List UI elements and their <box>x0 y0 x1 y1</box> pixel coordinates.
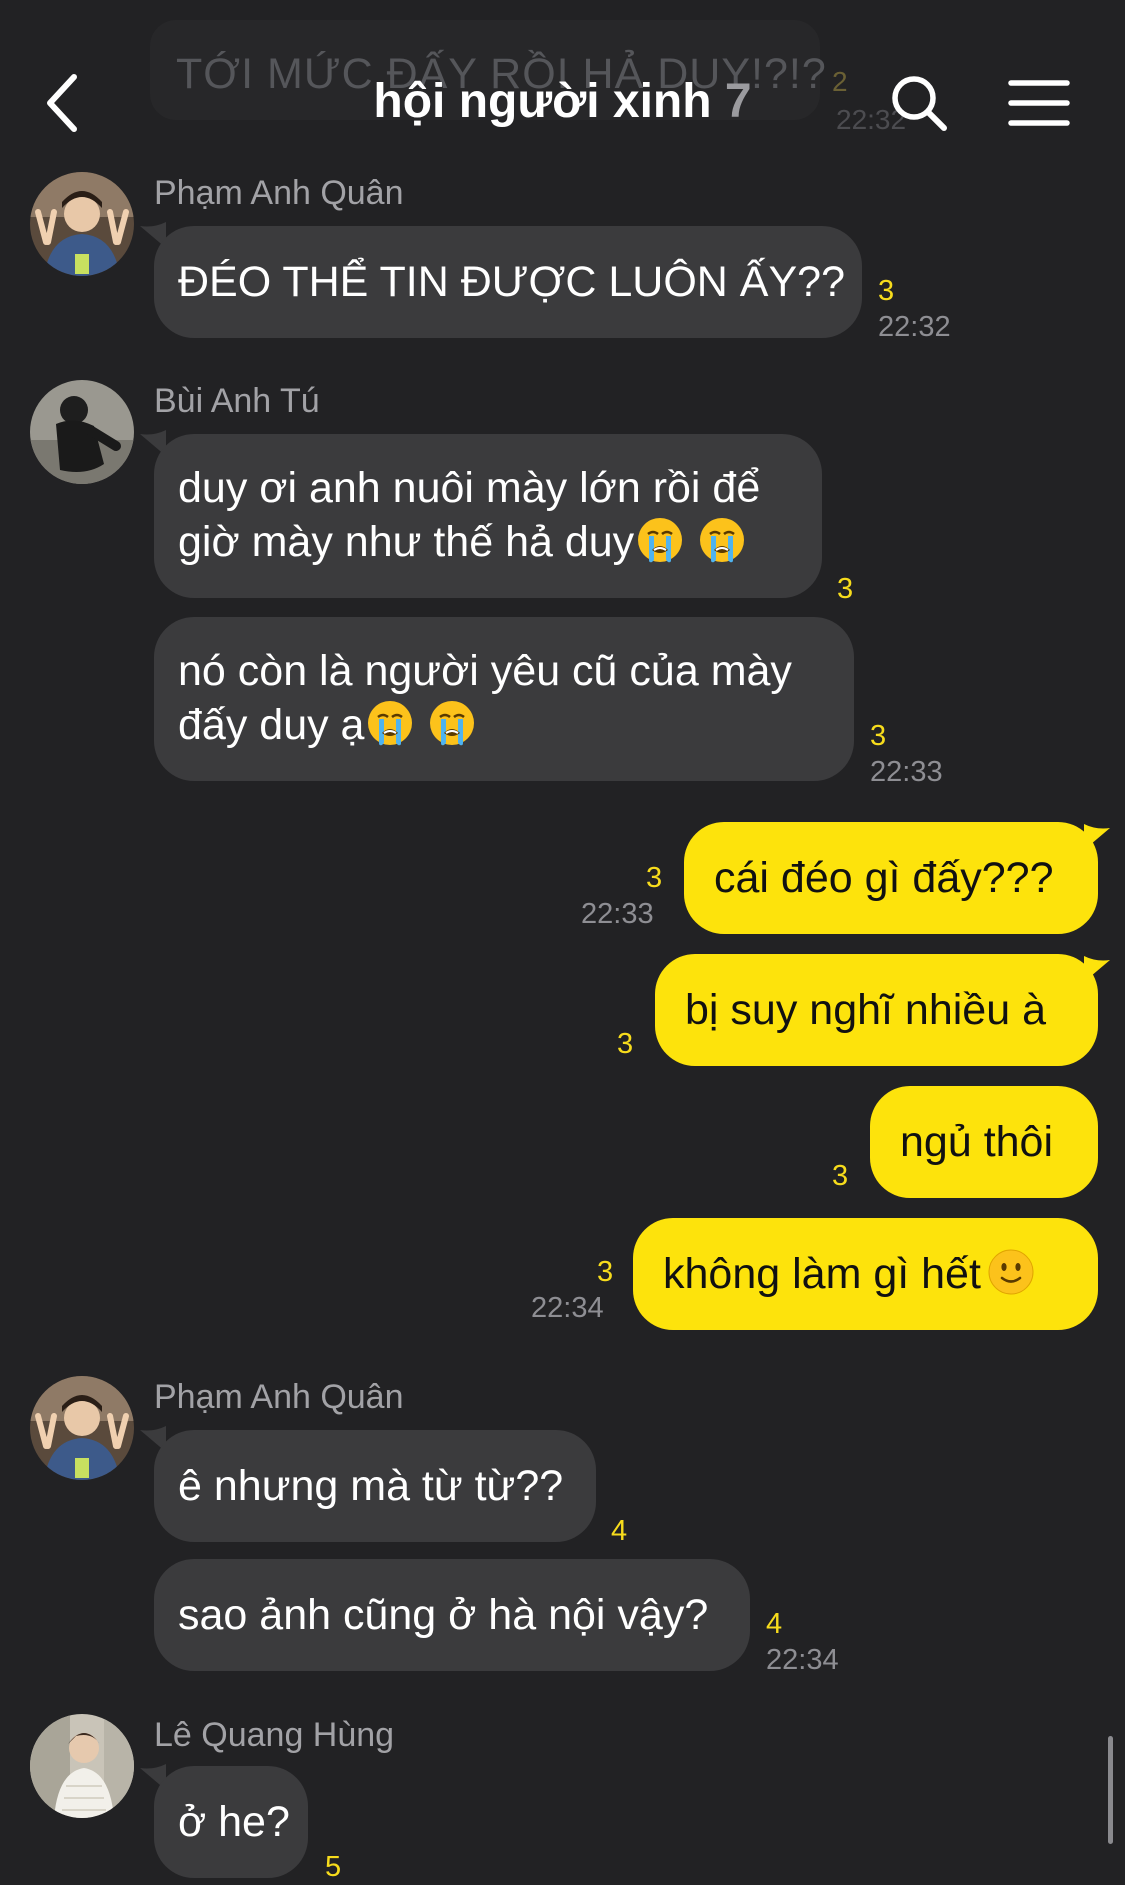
message-bubble[interactable]: bị suy nghĩ nhiều à <box>655 954 1098 1066</box>
message-text: nó còn là người yêu cũ của mày <box>178 647 792 695</box>
message-text: ĐÉO THỂ TIN ĐƯỢC LUÔN ẤY?? <box>178 258 845 306</box>
message-bubble[interactable]: ê nhưng mà từ từ?? <box>154 1430 596 1542</box>
message-bubble[interactable]: cái đéo gì đấy??? <box>684 822 1098 934</box>
message-text: cái đéo gì đấy??? <box>714 854 1054 902</box>
read-count: 3 <box>878 275 895 307</box>
avatar-bui-anh-tu[interactable] <box>30 380 134 484</box>
message-text: bị suy nghĩ nhiều à <box>685 986 1046 1034</box>
read-count: 3 <box>870 720 887 752</box>
message-time: 22:34 <box>766 1644 839 1676</box>
message-time: 22:33 <box>581 898 654 930</box>
message-text: duy ơi anh nuôi mày lớn rồi để <box>178 464 761 512</box>
read-count: 3 <box>617 1028 634 1060</box>
slightly-smiling-emoji-icon <box>987 1248 1035 1296</box>
message-bubble[interactable]: duy ơi anh nuôi mày lớn rồi để giờ mày n… <box>154 434 822 598</box>
read-count: 3 <box>597 1256 614 1288</box>
message-text: sao ảnh cũng ở hà nội vậy? <box>178 1591 709 1639</box>
scrollbar[interactable] <box>1108 1736 1113 1844</box>
avatar-le-quang-hung[interactable] <box>30 1714 134 1818</box>
read-count: 4 <box>611 1515 628 1547</box>
hamburger-menu-icon <box>1008 80 1070 126</box>
read-count: 4 <box>766 1608 783 1640</box>
read-count: 3 <box>646 862 663 894</box>
menu-button[interactable] <box>1008 78 1070 128</box>
message-time: 22:32 <box>878 311 951 343</box>
member-count: 7 <box>724 75 752 128</box>
search-icon <box>892 76 947 131</box>
message-bubble[interactable]: ở he? <box>154 1766 308 1878</box>
group-name: hội người xinh <box>373 75 712 128</box>
chat-title[interactable]: hội người xinh 7 <box>0 74 1125 129</box>
message-text: đấy duy ạ <box>178 701 365 749</box>
read-count: 3 <box>837 573 854 605</box>
message-bubble[interactable]: nó còn là người yêu cũ của mày đấy duy ạ <box>154 617 854 781</box>
message-bubble[interactable]: ĐÉO THỂ TIN ĐƯỢC LUÔN ẤY?? <box>154 226 862 338</box>
message-bubble[interactable]: không làm gì hết <box>633 1218 1098 1330</box>
loudly-crying-emoji-icon <box>636 516 684 564</box>
loudly-crying-emoji-icon <box>698 516 746 564</box>
search-button[interactable] <box>890 74 950 134</box>
sender-name: Lê Quang Hùng <box>154 1716 395 1754</box>
read-count: 3 <box>832 1160 849 1192</box>
message-bubble[interactable]: ngủ thôi <box>870 1086 1098 1198</box>
message-bubble[interactable]: sao ảnh cũng ở hà nội vậy? <box>154 1559 750 1671</box>
sender-name: Phạm Anh Quân <box>154 174 404 212</box>
read-count: 5 <box>325 1851 342 1883</box>
message-text: ê nhưng mà từ từ?? <box>178 1462 564 1510</box>
avatar-pham-anh-quan[interactable] <box>30 172 134 276</box>
sender-name: Phạm Anh Quân <box>154 1378 404 1416</box>
sender-name: Bùi Anh Tú <box>154 382 320 420</box>
loudly-crying-emoji-icon <box>428 699 476 747</box>
message-time: 22:34 <box>531 1292 604 1324</box>
message-text: giờ mày như thế hả duy <box>178 518 635 566</box>
message-text: ngủ thôi <box>900 1118 1054 1166</box>
avatar-pham-anh-quan[interactable] <box>30 1376 134 1480</box>
message-time: 22:33 <box>870 756 943 788</box>
message-text: không làm gì hết <box>663 1250 981 1298</box>
loudly-crying-emoji-icon <box>366 699 414 747</box>
message-text: ở he? <box>178 1798 290 1846</box>
